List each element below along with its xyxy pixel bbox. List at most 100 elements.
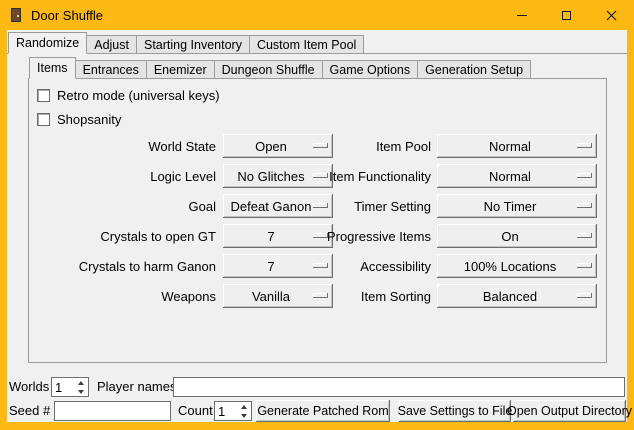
item-pool-row: Item Pool Normal	[299, 134, 597, 158]
titlebar: Door Shuffle	[0, 0, 634, 30]
count-input[interactable]	[215, 402, 238, 420]
seed-input[interactable]	[54, 401, 171, 421]
down-arrow-icon	[78, 390, 84, 394]
logic-level-row: Logic Level No Glitches	[37, 164, 333, 188]
accessibility-dropdown[interactable]: 100% Locations	[437, 254, 597, 278]
items-tab-panel: Retro mode (universal keys) Shopsanity W…	[28, 78, 607, 363]
dropdown-value: Vanilla	[252, 289, 290, 304]
item-functionality-label: Item Functionality	[299, 169, 431, 184]
tab-items[interactable]: Items	[29, 57, 76, 79]
tab-custom-item-pool[interactable]: Custom Item Pool	[249, 35, 364, 54]
count-label: Count	[178, 401, 213, 421]
crystals-ganon-row: Crystals to harm Ganon 7	[37, 254, 333, 278]
accessibility-row: Accessibility 100% Locations	[299, 254, 597, 278]
crystals-ganon-label: Crystals to harm Ganon	[37, 259, 216, 274]
world-state-label: World State	[37, 139, 216, 154]
progressive-items-row: Progressive Items On	[299, 224, 597, 248]
worlds-input[interactable]	[52, 378, 75, 396]
dropdown-value: Normal	[489, 169, 531, 184]
maximize-button[interactable]	[544, 0, 589, 30]
dropdown-value: 100% Locations	[464, 259, 557, 274]
dropdown-indicator-icon	[577, 203, 592, 208]
player-names-label: Player names	[97, 377, 176, 397]
worlds-spin-up-button[interactable]	[75, 378, 87, 387]
randomize-tab-bar: Items Entrances Enemizer Dungeon Shuffle…	[29, 57, 530, 79]
dropdown-value: 7	[267, 259, 274, 274]
app-icon	[8, 7, 24, 23]
worlds-spin-down-button[interactable]	[75, 387, 87, 396]
dropdown-value: 7	[267, 229, 274, 244]
accessibility-label: Accessibility	[299, 259, 431, 274]
crystals-gt-label: Crystals to open GT	[37, 229, 216, 244]
item-functionality-row: Item Functionality Normal	[299, 164, 597, 188]
item-sorting-row: Item Sorting Balanced	[299, 284, 597, 308]
client-area: Randomize Adjust Starting Inventory Cust…	[7, 30, 627, 422]
door-icon	[11, 8, 21, 22]
tab-game-options[interactable]: Game Options	[322, 60, 419, 79]
tab-dungeon-shuffle[interactable]: Dungeon Shuffle	[214, 60, 323, 79]
generate-patched-rom-button[interactable]: Generate Patched Rom	[256, 400, 390, 422]
item-pool-label: Item Pool	[299, 139, 431, 154]
worlds-label: Worlds	[9, 377, 49, 397]
maximize-icon	[562, 11, 571, 20]
retro-mode-row: Retro mode (universal keys)	[37, 87, 220, 103]
dropdown-value: Normal	[489, 139, 531, 154]
goal-label: Goal	[37, 199, 216, 214]
logic-level-label: Logic Level	[37, 169, 216, 184]
seed-label: Seed #	[9, 401, 50, 421]
window-title: Door Shuffle	[31, 8, 499, 23]
main-tab-bar: Randomize Adjust Starting Inventory Cust…	[8, 32, 363, 54]
worlds-spinbox	[51, 377, 89, 397]
window: Door Shuffle Randomize Adjust Starting I…	[0, 0, 634, 430]
goal-row: Goal Defeat Ganon	[37, 194, 333, 218]
shopsanity-label: Shopsanity	[57, 112, 121, 127]
dropdown-value: No Glitches	[237, 169, 304, 184]
count-spin-down-button[interactable]	[238, 411, 250, 420]
dropdown-indicator-icon	[577, 233, 592, 238]
open-output-directory-button[interactable]: Open Output Directory	[513, 400, 626, 422]
close-icon	[606, 10, 617, 21]
world-state-row: World State Open	[37, 134, 333, 158]
item-sorting-dropdown[interactable]: Balanced	[437, 284, 597, 308]
tab-enemizer[interactable]: Enemizer	[146, 60, 215, 79]
minimize-icon	[517, 15, 527, 16]
minimize-button[interactable]	[499, 0, 544, 30]
progressive-items-dropdown[interactable]: On	[437, 224, 597, 248]
dropdown-value: On	[501, 229, 518, 244]
dropdown-value: Open	[255, 139, 287, 154]
timer-setting-dropdown[interactable]: No Timer	[437, 194, 597, 218]
timer-setting-label: Timer Setting	[299, 199, 431, 214]
timer-setting-row: Timer Setting No Timer	[299, 194, 597, 218]
item-pool-dropdown[interactable]: Normal	[437, 134, 597, 158]
item-sorting-label: Item Sorting	[299, 289, 431, 304]
item-functionality-dropdown[interactable]: Normal	[437, 164, 597, 188]
down-arrow-icon	[241, 414, 247, 418]
dropdown-value: Balanced	[483, 289, 537, 304]
caption-buttons	[499, 0, 634, 30]
shopsanity-row: Shopsanity	[37, 111, 121, 127]
dropdown-indicator-icon	[577, 293, 592, 298]
tab-adjust[interactable]: Adjust	[86, 35, 137, 54]
progressive-items-label: Progressive Items	[299, 229, 431, 244]
tab-generation-setup[interactable]: Generation Setup	[417, 60, 531, 79]
crystals-gt-row: Crystals to open GT 7	[37, 224, 333, 248]
retro-mode-label: Retro mode (universal keys)	[57, 88, 220, 103]
up-arrow-icon	[241, 405, 247, 409]
save-settings-button[interactable]: Save Settings to File	[399, 400, 511, 422]
count-spinbox	[214, 401, 252, 421]
dropdown-indicator-icon	[577, 173, 592, 178]
dropdown-indicator-icon	[577, 263, 592, 268]
close-button[interactable]	[589, 0, 634, 30]
count-spin-up-button[interactable]	[238, 402, 250, 411]
shopsanity-checkbox[interactable]	[37, 113, 50, 126]
tab-starting-inventory[interactable]: Starting Inventory	[136, 35, 250, 54]
weapons-label: Weapons	[37, 289, 216, 304]
player-names-input[interactable]	[173, 377, 625, 397]
up-arrow-icon	[78, 381, 84, 385]
retro-mode-checkbox[interactable]	[37, 89, 50, 102]
dropdown-value: No Timer	[484, 199, 537, 214]
dropdown-indicator-icon	[577, 143, 592, 148]
weapons-row: Weapons Vanilla	[37, 284, 333, 308]
tab-randomize[interactable]: Randomize	[8, 32, 87, 54]
tab-entrances[interactable]: Entrances	[75, 60, 147, 79]
